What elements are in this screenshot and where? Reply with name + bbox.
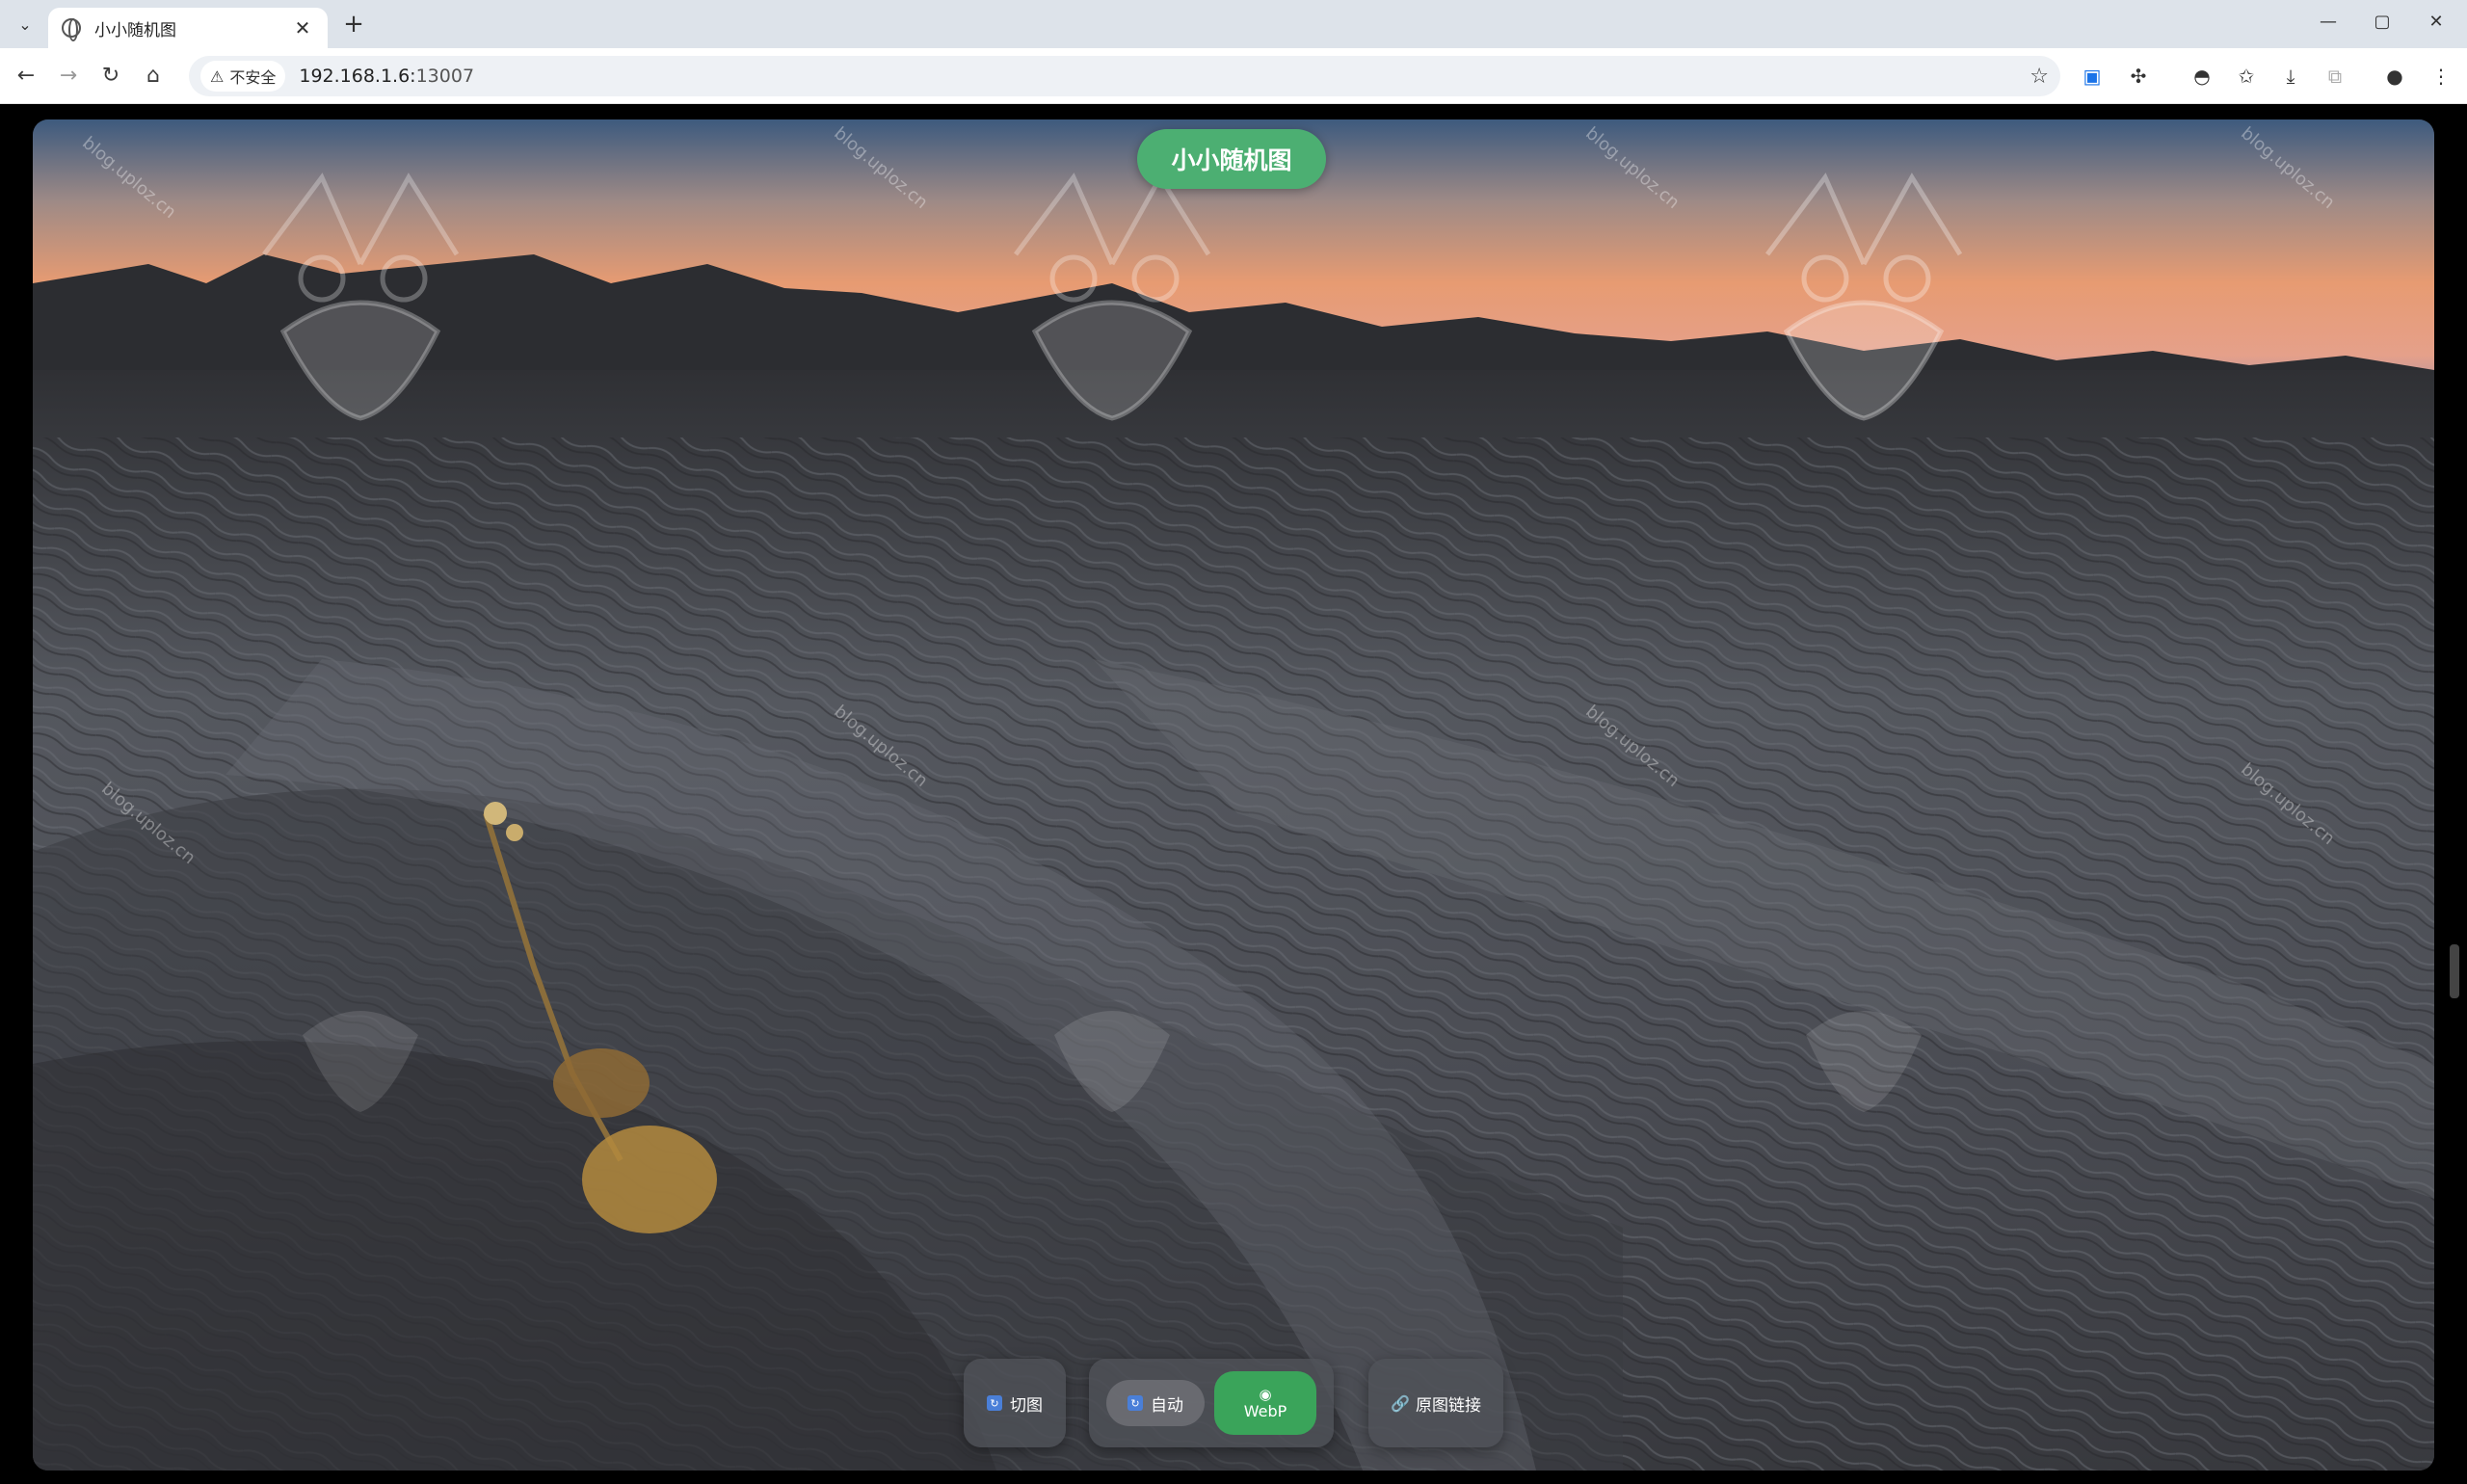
avatar[interactable]: ● <box>2380 62 2409 91</box>
home-icon[interactable]: ⌂ <box>137 60 170 93</box>
close-window-button[interactable]: ✕ <box>2409 8 2463 37</box>
url-host: 192.168.1.6: <box>299 66 416 87</box>
random-image-viewport: blog.uploz.cn blog.uploz.cn blog.uploz.c… <box>33 119 2434 1471</box>
favorites-icon[interactable]: ✩ <box>2232 62 2261 91</box>
scrollbar-handle[interactable] <box>2450 944 2459 998</box>
globe-icon <box>62 18 81 41</box>
tab-title: 小小随机图 <box>94 20 176 40</box>
translate-icon[interactable]: ⧉ <box>2321 62 2349 91</box>
new-tab-button[interactable]: + <box>339 10 368 39</box>
mode-group: ↻ 自动 ◉ WebP <box>1089 1359 1334 1447</box>
page-title: 小小随机图 <box>1137 129 1326 189</box>
link-icon: 🔗 <box>1391 1393 1410 1413</box>
forward-arrow-icon[interactable]: → <box>52 60 85 93</box>
auto-refresh-icon: ↻ <box>1127 1395 1143 1411</box>
puzzle-icon[interactable]: ✣ <box>2124 62 2153 91</box>
browser-tab[interactable]: 小小随机图 ✕ <box>48 8 328 48</box>
warning-icon: ⚠ <box>210 66 225 86</box>
menu-dots-icon[interactable]: ⋮ <box>2427 62 2455 91</box>
tab-search-icon[interactable]: ⌄ <box>10 10 40 39</box>
extension-icon[interactable]: ▣ <box>2078 62 2107 91</box>
webp-toggle-button[interactable]: ◉ WebP <box>1214 1371 1316 1435</box>
security-chip[interactable]: ⚠ 不安全 <box>200 61 286 92</box>
original-link-button[interactable]: 🔗 原图链接 <box>1368 1359 1503 1447</box>
browser-toolbar: ← → ↻ ⌂ ⚠ 不安全 192.168.1.6:13007 ☆ ▣ ✣ ◓ … <box>0 48 2467 104</box>
original-link-btn-inner[interactable]: 🔗 原图链接 <box>1368 1391 1503 1416</box>
webp-label: WebP <box>1243 1401 1287 1420</box>
maximize-button[interactable]: ▢ <box>2355 8 2409 37</box>
minimize-button[interactable]: — <box>2301 8 2355 37</box>
url-port: 13007 <box>415 66 475 87</box>
download-icon[interactable]: ⤓ <box>2276 62 2305 91</box>
browser-tab-strip: ⌄ 小小随机图 ✕ + — ▢ ✕ <box>0 0 2467 48</box>
lava-field-photo <box>33 119 2434 1471</box>
reload-icon[interactable]: ↻ <box>94 60 127 93</box>
security-label: 不安全 <box>229 68 277 87</box>
switch-label: 切图 <box>1010 1395 1043 1416</box>
url-text[interactable]: 192.168.1.6:13007 <box>299 66 2029 87</box>
switch-image-btn-inner[interactable]: ↻ 切图 <box>964 1391 1066 1416</box>
incognito-icon[interactable]: ◓ <box>2188 62 2216 91</box>
switch-image-button[interactable]: ↻ 切图 <box>964 1359 1066 1447</box>
back-arrow-icon[interactable]: ← <box>10 60 42 93</box>
star-icon[interactable]: ☆ <box>2029 65 2049 89</box>
original-link-label: 原图链接 <box>1415 1395 1481 1416</box>
auto-toggle-button[interactable]: ↻ 自动 <box>1106 1380 1205 1426</box>
webp-icon: ◉ <box>1259 1385 1272 1403</box>
refresh-icon: ↻ <box>987 1395 1002 1411</box>
auto-label: 自动 <box>1151 1395 1183 1416</box>
address-bar[interactable]: ⚠ 不安全 192.168.1.6:13007 ☆ <box>189 56 2060 96</box>
tab-close-icon[interactable]: ✕ <box>291 16 314 40</box>
